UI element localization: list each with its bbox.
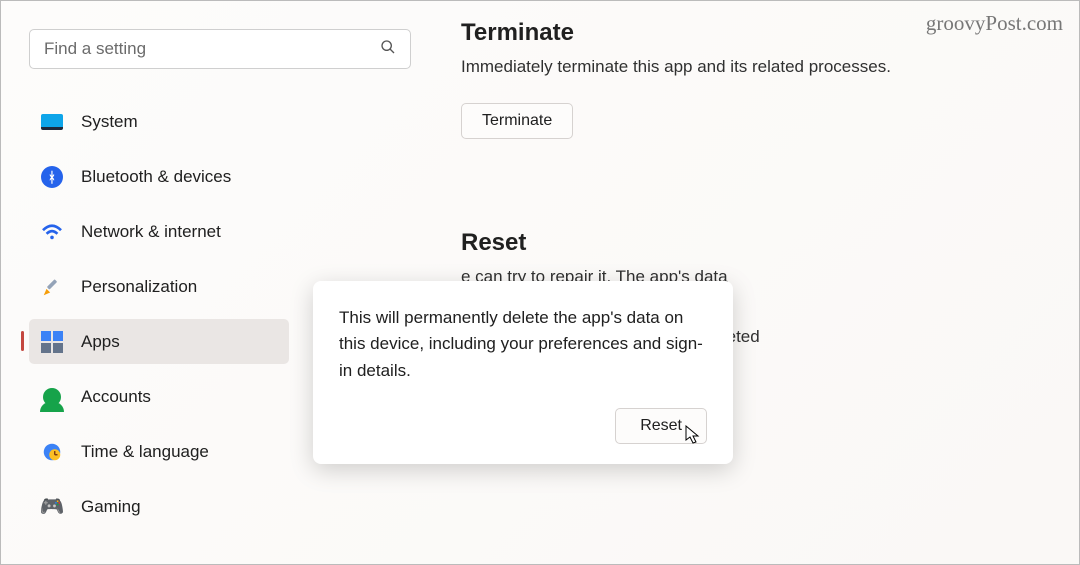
terminate-description: Immediately terminate this app and its r… xyxy=(461,57,1079,77)
sidebar-item-personalization[interactable]: Personalization xyxy=(29,264,289,309)
sidebar-item-label: Network & internet xyxy=(81,222,221,242)
reset-heading: Reset xyxy=(461,229,1079,257)
bluetooth-icon: ᚼ xyxy=(41,166,63,188)
nav-list: System ᚼ Bluetooth & devices Network & i… xyxy=(29,99,301,529)
sidebar-item-apps[interactable]: Apps xyxy=(29,319,289,364)
sidebar-item-label: Personalization xyxy=(81,277,197,297)
sidebar-item-gaming[interactable]: 🎮 Gaming xyxy=(29,484,289,529)
sidebar-item-accounts[interactable]: Accounts xyxy=(29,374,289,419)
globe-clock-icon xyxy=(41,441,63,463)
wifi-icon xyxy=(41,221,63,243)
sidebar-item-label: System xyxy=(81,112,138,132)
sidebar-item-bluetooth[interactable]: ᚼ Bluetooth & devices xyxy=(29,154,289,199)
sidebar: System ᚼ Bluetooth & devices Network & i… xyxy=(1,1,301,564)
search-input[interactable] xyxy=(44,39,372,59)
sidebar-item-system[interactable]: System xyxy=(29,99,289,144)
sidebar-item-network[interactable]: Network & internet xyxy=(29,209,289,254)
search-box[interactable] xyxy=(29,29,411,69)
paintbrush-icon xyxy=(41,276,63,298)
search-icon xyxy=(380,39,396,60)
cursor-icon xyxy=(685,425,701,450)
reset-confirm-tooltip: This will permanently delete the app's d… xyxy=(313,281,733,464)
watermark: groovyPost.com xyxy=(926,11,1063,36)
sidebar-item-label: Gaming xyxy=(81,497,141,517)
sidebar-item-label: Bluetooth & devices xyxy=(81,167,231,187)
system-icon xyxy=(41,111,63,133)
apps-icon xyxy=(41,331,63,353)
person-icon xyxy=(41,386,63,408)
tooltip-text: This will permanently delete the app's d… xyxy=(339,305,707,384)
sidebar-item-label: Accounts xyxy=(81,387,151,407)
terminate-button[interactable]: Terminate xyxy=(461,103,573,139)
sidebar-item-time-language[interactable]: Time & language xyxy=(29,429,289,474)
sidebar-item-label: Apps xyxy=(81,332,120,352)
sidebar-item-label: Time & language xyxy=(81,442,209,462)
gamepad-icon: 🎮 xyxy=(41,496,63,518)
